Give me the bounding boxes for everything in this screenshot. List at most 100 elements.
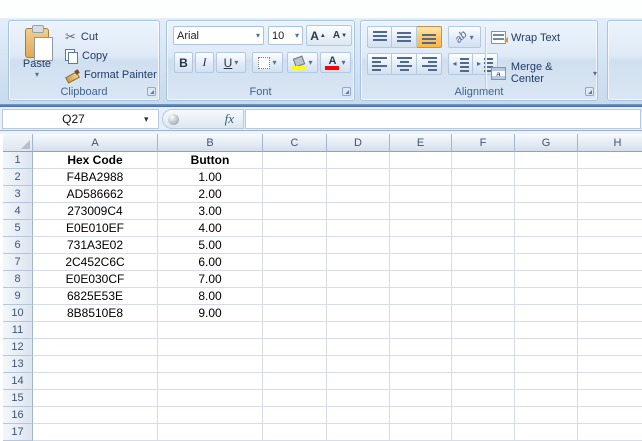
cell-F13[interactable] <box>452 356 515 373</box>
cell-D4[interactable] <box>327 203 390 220</box>
cell-A11[interactable] <box>33 322 158 339</box>
cell-H6[interactable] <box>578 237 642 254</box>
merge-center-button[interactable]: a Merge & Center ▾ <box>491 61 597 85</box>
cell-C11[interactable] <box>263 322 327 339</box>
cell-D8[interactable] <box>327 271 390 288</box>
cell-B16[interactable] <box>158 407 263 424</box>
formula-input[interactable] <box>245 109 641 129</box>
cell-G17[interactable] <box>515 424 578 441</box>
align-center-button[interactable] <box>392 53 417 75</box>
cell-G2[interactable] <box>515 169 578 186</box>
insert-function-button[interactable]: fx <box>225 111 234 127</box>
cell-E14[interactable] <box>390 373 452 390</box>
cell-D1[interactable] <box>327 152 390 169</box>
cell-A3[interactable]: AD586662 <box>33 186 158 203</box>
cell-E4[interactable] <box>390 203 452 220</box>
cell-H7[interactable] <box>578 254 642 271</box>
cell-G15[interactable] <box>515 390 578 407</box>
cell-F6[interactable] <box>452 237 515 254</box>
cell-D17[interactable] <box>327 424 390 441</box>
paste-dropdown-icon[interactable]: ▾ <box>14 70 60 79</box>
cell-E10[interactable] <box>390 305 452 322</box>
cell-G4[interactable] <box>515 203 578 220</box>
cell-H14[interactable] <box>578 373 642 390</box>
cell-D14[interactable] <box>327 373 390 390</box>
cell-B6[interactable]: 5.00 <box>158 237 263 254</box>
italic-button[interactable]: I <box>195 52 214 73</box>
cell-F17[interactable] <box>452 424 515 441</box>
column-header-G[interactable]: G <box>515 134 578 152</box>
cell-C7[interactable] <box>263 254 327 271</box>
row-header-14[interactable]: 14 <box>3 373 33 390</box>
cut-button[interactable]: ✂ Cut <box>65 28 98 45</box>
cell-B11[interactable] <box>158 322 263 339</box>
grow-font-button[interactable]: A ▲ <box>307 26 329 45</box>
row-header-2[interactable]: 2 <box>3 169 33 186</box>
cell-D11[interactable] <box>327 322 390 339</box>
cell-B9[interactable]: 8.00 <box>158 288 263 305</box>
borders-button[interactable]: ▾ <box>252 52 283 73</box>
cell-C6[interactable] <box>263 237 327 254</box>
cell-F3[interactable] <box>452 186 515 203</box>
cell-A9[interactable]: 6825E53E <box>33 288 158 305</box>
cell-B2[interactable]: 1.00 <box>158 169 263 186</box>
row-header-13[interactable]: 13 <box>3 356 33 373</box>
cell-C13[interactable] <box>263 356 327 373</box>
cell-B8[interactable]: 7.00 <box>158 271 263 288</box>
cell-H8[interactable] <box>578 271 642 288</box>
cell-D5[interactable] <box>327 220 390 237</box>
cell-B13[interactable] <box>158 356 263 373</box>
align-bottom-button[interactable] <box>417 26 442 48</box>
cell-A12[interactable] <box>33 339 158 356</box>
cell-C2[interactable] <box>263 169 327 186</box>
align-middle-button[interactable] <box>392 26 417 48</box>
copy-button[interactable]: Copy <box>65 47 108 64</box>
align-top-button[interactable] <box>367 26 392 48</box>
cell-F7[interactable] <box>452 254 515 271</box>
cell-H1[interactable] <box>578 152 642 169</box>
cell-D7[interactable] <box>327 254 390 271</box>
fill-color-button[interactable]: ▾ <box>287 52 318 73</box>
cell-D3[interactable] <box>327 186 390 203</box>
cell-H5[interactable] <box>578 220 642 237</box>
cell-C16[interactable] <box>263 407 327 424</box>
cell-H13[interactable] <box>578 356 642 373</box>
cell-E9[interactable] <box>390 288 452 305</box>
cell-C17[interactable] <box>263 424 327 441</box>
cell-B17[interactable] <box>158 424 263 441</box>
name-box[interactable]: Q27 ▾ <box>2 109 159 129</box>
cell-D12[interactable] <box>327 339 390 356</box>
row-header-11[interactable]: 11 <box>3 322 33 339</box>
cell-A5[interactable]: E0E010EF <box>33 220 158 237</box>
row-header-16[interactable]: 16 <box>3 407 33 424</box>
cell-E11[interactable] <box>390 322 452 339</box>
cell-F14[interactable] <box>452 373 515 390</box>
orientation-button[interactable]: ab ▾ <box>448 26 481 48</box>
cell-G10[interactable] <box>515 305 578 322</box>
cell-G7[interactable] <box>515 254 578 271</box>
cell-A14[interactable] <box>33 373 158 390</box>
cell-G5[interactable] <box>515 220 578 237</box>
cell-H12[interactable] <box>578 339 642 356</box>
cell-C3[interactable] <box>263 186 327 203</box>
cell-E5[interactable] <box>390 220 452 237</box>
cell-H11[interactable] <box>578 322 642 339</box>
cell-F9[interactable] <box>452 288 515 305</box>
cell-E2[interactable] <box>390 169 452 186</box>
align-right-button[interactable] <box>417 53 442 75</box>
cell-F1[interactable] <box>452 152 515 169</box>
cell-B7[interactable]: 6.00 <box>158 254 263 271</box>
column-header-D[interactable]: D <box>327 134 390 152</box>
cell-E12[interactable] <box>390 339 452 356</box>
cell-E8[interactable] <box>390 271 452 288</box>
align-left-button[interactable] <box>367 53 392 75</box>
select-all-corner[interactable] <box>3 134 33 152</box>
cell-C1[interactable] <box>263 152 327 169</box>
cell-A16[interactable] <box>33 407 158 424</box>
column-header-A[interactable]: A <box>33 134 158 152</box>
cell-A10[interactable]: 8B8510E8 <box>33 305 158 322</box>
row-header-1[interactable]: 1 <box>3 152 33 169</box>
cell-B14[interactable] <box>158 373 263 390</box>
cell-B15[interactable] <box>158 390 263 407</box>
row-header-7[interactable]: 7 <box>3 254 33 271</box>
